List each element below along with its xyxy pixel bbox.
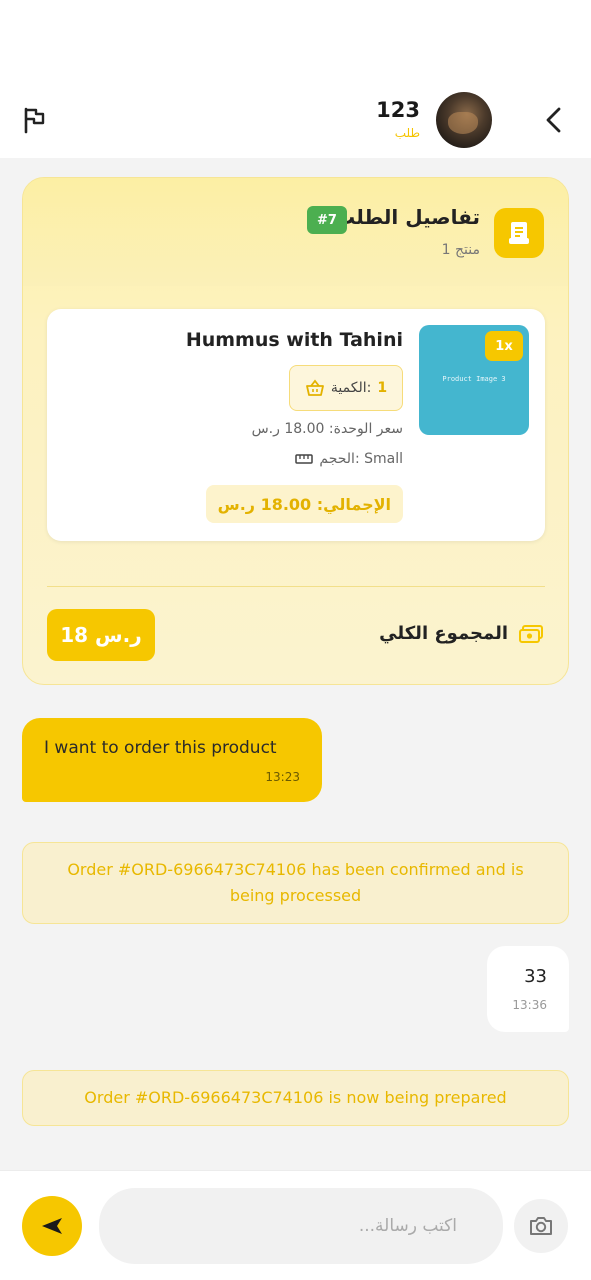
chat-header: 123 طلب [0, 0, 591, 158]
product-image-label: Product Image 3 [442, 375, 506, 383]
send-icon [42, 1218, 62, 1234]
basket-icon [306, 379, 324, 396]
flag-icon [24, 107, 45, 134]
quantity-label: الكمية: [330, 380, 372, 396]
chat-subtitle: طلب [394, 126, 420, 140]
order-title: تفاصيل الطلب [335, 205, 480, 229]
grand-total-label-row: المجموع الكلي [379, 623, 544, 644]
camera-button[interactable] [514, 1199, 568, 1253]
ruler-icon [295, 454, 314, 464]
order-item-count: 1 منتج [441, 242, 480, 258]
quantity-box: الكمية: 1 [289, 365, 403, 411]
product-card[interactable]: Product Image 3 1x Hummus with Tahini ال… [47, 309, 545, 541]
back-button[interactable] [537, 102, 571, 138]
order-details-card[interactable]: تفاصيل الطلب #7 1 منتج Product Image 3 1… [22, 177, 569, 685]
composer-bar [0, 1170, 591, 1280]
message-bubble-outgoing[interactable]: I want to order this product 13:23 [22, 718, 322, 802]
send-button[interactable] [22, 1196, 82, 1256]
product-image: Product Image 3 1x [419, 325, 529, 435]
system-message-confirmed: Order #ORD-6966473C74106 has been confir… [22, 842, 569, 924]
product-name: Hummus with Tahini [185, 329, 403, 351]
message-bubble-incoming[interactable]: 33 13:36 [487, 946, 569, 1032]
message-text: I want to order this product [44, 738, 277, 758]
quantity-value: 1 [377, 380, 388, 396]
divider [47, 586, 545, 587]
chevron-left-icon [546, 107, 561, 133]
message-text: 33 [524, 966, 547, 987]
unit-price: سعر الوحدة: 18.00 ر.س [251, 421, 403, 437]
grand-total-value: 18 ر.س [47, 609, 155, 661]
size-text: الحجم: Small [319, 451, 403, 467]
order-card-header [23, 178, 568, 286]
report-button[interactable] [18, 104, 50, 136]
order-number-badge: #7 [307, 206, 347, 234]
camera-icon [530, 1217, 552, 1235]
avatar[interactable] [436, 92, 492, 148]
message-time: 13:36 [512, 998, 547, 1012]
grand-total-label: المجموع الكلي [379, 623, 508, 644]
money-icon [519, 624, 543, 643]
system-message-prepared: Order #ORD-6966473C74106 is now being pr… [22, 1070, 569, 1126]
size-line: الحجم: Small [295, 451, 403, 467]
quantity-tag: 1x [485, 331, 523, 361]
chat-title: 123 [376, 98, 420, 122]
message-time: 13:23 [265, 770, 300, 784]
message-input[interactable] [121, 1196, 481, 1256]
product-total: الإجمالي: 18.00 ر.س [205, 485, 403, 523]
receipt-icon [494, 208, 544, 258]
message-input-wrapper [99, 1188, 503, 1264]
